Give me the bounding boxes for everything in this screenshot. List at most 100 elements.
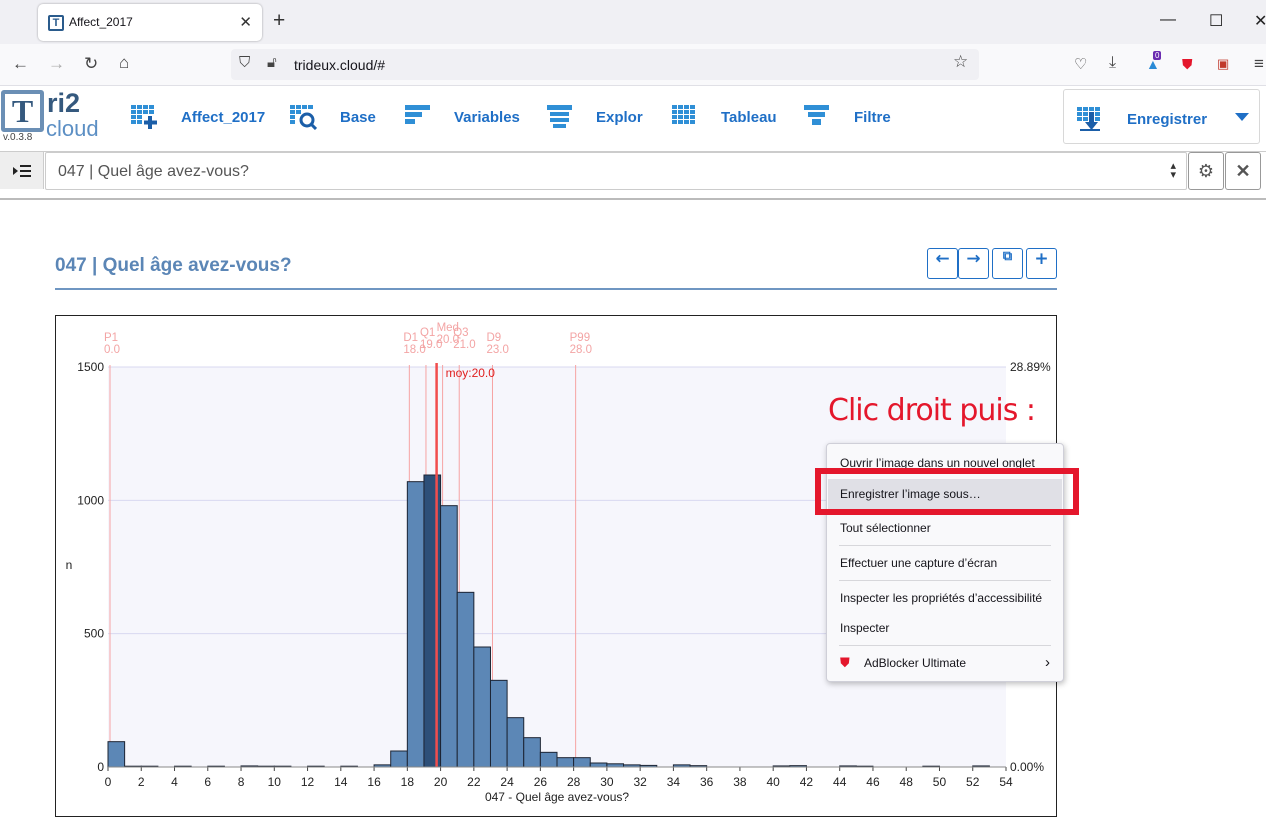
variable-select-value: 047 | Quel âge avez-vous? — [58, 163, 249, 180]
x-tick-label: 48 — [900, 775, 914, 789]
menu-icon[interactable]: ≡ — [1254, 54, 1264, 74]
minimize-window-button[interactable]: — — [1160, 11, 1176, 29]
plus-icon: + — [1034, 249, 1049, 269]
browser-tab[interactable]: T Affect_2017 ✕ — [38, 4, 262, 41]
x-axis-title: 047 - Quel âge avez-vous? — [485, 790, 629, 804]
x-tick-label: 30 — [600, 775, 614, 789]
y-tick-label: 1500 — [77, 360, 104, 374]
settings-button[interactable]: ⚙ — [1188, 152, 1224, 190]
histogram-bar — [573, 757, 591, 768]
tab-close-icon[interactable]: ✕ — [239, 13, 252, 31]
toolbar-affect-label: Affect_2017 — [181, 109, 266, 126]
toolbar-variables-label: Variables — [454, 109, 520, 126]
select-updown-icon: ▴ ▾ — [1170, 160, 1176, 181]
logo-mark: T — [1, 90, 44, 132]
menu-separator — [839, 645, 1051, 646]
back-arrow-icon[interactable]: ← — [12, 54, 29, 74]
adblocker-shield-icon: ⛊ — [840, 655, 850, 670]
variable-selector-row: 047 | Quel âge avez-vous? ▴ ▾ ⚙ ✕ — [0, 151, 1266, 200]
x-tick-label: 44 — [833, 775, 847, 789]
x-tick-label: 28 — [567, 775, 581, 789]
x-tick-label: 40 — [767, 775, 781, 789]
gear-icon: ⚙ — [1197, 161, 1215, 181]
quantile-value: 23.0 — [486, 344, 508, 356]
maximize-window-button[interactable]: ☐ — [1209, 11, 1223, 31]
x-tick-label: 50 — [933, 775, 947, 789]
pocket-icon[interactable]: ♡ — [1074, 55, 1087, 73]
menu-item-inspect-accessibility[interactable]: Inspecter les propriétés d’accessibilité — [828, 583, 1062, 613]
forward-arrow-icon[interactable]: → — [48, 54, 65, 74]
arrow-left-icon: ← — [935, 249, 950, 269]
bookmark-star-icon[interactable]: ☆ — [953, 52, 968, 72]
pdf-extension-icon[interactable]: ▣ — [1217, 56, 1229, 72]
site-favicon-icon: T — [48, 15, 64, 31]
close-variable-button[interactable]: ✕ — [1225, 152, 1261, 190]
menu-item-take-screenshot[interactable]: Effectuer une capture d’écran — [828, 548, 1062, 578]
variable-list-button[interactable] — [0, 152, 44, 189]
x-tick-label: 24 — [500, 775, 514, 789]
table-icon — [672, 105, 695, 124]
histogram-bar — [506, 717, 525, 768]
x-tick-label: 32 — [633, 775, 647, 789]
bars-icon — [405, 105, 430, 124]
funnel-icon — [804, 105, 829, 125]
home-icon[interactable]: ⌂ — [119, 53, 129, 73]
histogram-bar — [456, 591, 475, 768]
highlight-box — [815, 468, 1079, 515]
y-tick-label: 1000 — [77, 493, 104, 507]
next-variable-button[interactable]: → — [958, 248, 989, 279]
x-tick-label: 36 — [700, 775, 714, 789]
add-button[interactable]: + — [1026, 248, 1057, 279]
app-logo: T ri2 cloud v.0.3.8 — [0, 88, 108, 144]
x-tick-label: 26 — [534, 775, 548, 789]
logo-text-cloud: cloud — [46, 116, 99, 141]
toolbar-filtre-label: Filtre — [854, 109, 891, 126]
y-tick-label: 500 — [84, 627, 104, 641]
close-icon: ✕ — [1235, 161, 1251, 181]
logo-text-ri2: ri2 — [47, 88, 81, 118]
save-dropdown-chevron-icon[interactable] — [1234, 112, 1250, 122]
y-axis-title: n — [66, 558, 73, 572]
title-underline — [55, 288, 1057, 290]
x-tick-label: 42 — [800, 775, 814, 789]
copy-button[interactable]: ⧉ — [992, 248, 1023, 279]
histogram-bar — [423, 474, 442, 768]
close-window-button[interactable]: ✕ — [1254, 11, 1266, 31]
histogram-bar — [589, 762, 608, 768]
app-version: v.0.3.8 — [3, 132, 33, 143]
mean-label: moy:20.0 — [446, 366, 496, 380]
app-toolbar: T ri2 cloud v.0.3.8 Affect_2017 Base Var… — [0, 86, 1266, 152]
extension-badge: 0 — [1153, 51, 1162, 60]
histogram-bar — [523, 737, 541, 768]
copy-icon: ⧉ — [1002, 249, 1013, 264]
x-tick-label: 14 — [334, 775, 348, 789]
x-tick-label: 38 — [733, 775, 747, 789]
quantile-value: 0.0 — [104, 344, 120, 356]
list-toggle-icon — [13, 165, 31, 177]
histogram-bar — [440, 505, 458, 768]
previous-variable-button[interactable]: ← — [927, 248, 958, 279]
page-title: 047 | Quel âge avez-vous? — [55, 255, 292, 276]
adblocker-shield-icon[interactable]: ⛊ — [1182, 56, 1193, 73]
grid-download-icon — [1077, 107, 1100, 131]
toolbar-base-label: Base — [340, 109, 376, 126]
downloads-icon[interactable]: ⤓ — [1109, 54, 1116, 72]
quantile-value: 28.0 — [570, 344, 592, 356]
menu-item-inspect[interactable]: Inspecter — [828, 613, 1062, 643]
arrow-right-icon: → — [966, 249, 981, 269]
x-tick-label: 12 — [301, 775, 315, 789]
x-tick-label: 20 — [434, 775, 448, 789]
browser-nav-bar: ← → ↻ ⌂ ⛉ 🔓︎ trideux.cloud/# ☆ ♡ ⤓ ▲ 0 ⛊… — [0, 44, 1266, 86]
x-tick-label: 16 — [367, 775, 381, 789]
x-tick-label: 52 — [966, 775, 980, 789]
reload-icon[interactable]: ↻ — [84, 54, 98, 74]
histogram-bar — [489, 679, 508, 768]
y2-top-label: 28.89% — [1010, 360, 1051, 374]
menu-item-select-all[interactable]: Tout sélectionner — [828, 513, 1062, 543]
menu-item-adblocker[interactable]: AdBlocker Ultimate ⛊ › — [828, 648, 1062, 678]
new-tab-button[interactable]: + — [273, 9, 285, 33]
quantile-label: P99 — [570, 332, 590, 344]
address-bar[interactable]: ⛉ 🔓︎ trideux.cloud/# ☆ — [231, 49, 979, 80]
x-tick-label: 0 — [105, 775, 112, 789]
variable-select[interactable]: 047 | Quel âge avez-vous? ▴ ▾ — [45, 152, 1187, 190]
